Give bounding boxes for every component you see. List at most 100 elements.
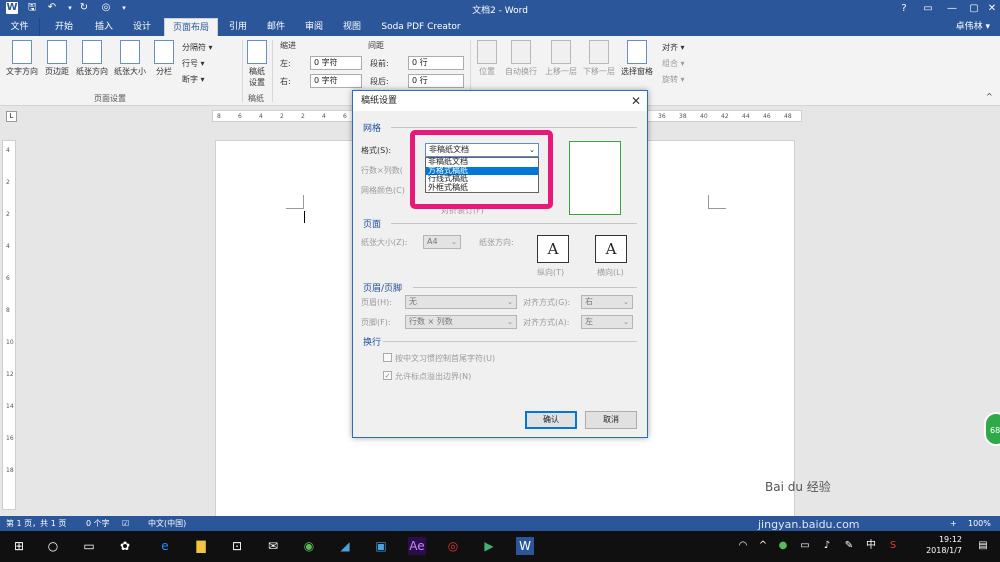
tab-selector-icon[interactable]: L [6,111,17,122]
text-direction-button[interactable]: 文字方向 [4,40,40,77]
tray-icon[interactable]: ✎ [840,537,858,555]
header-dropdown[interactable]: 无 ⌄ [405,295,517,309]
word-taskbar-icon[interactable]: W [516,537,534,555]
store-icon[interactable]: ⊡ [228,537,246,555]
spacing-before-input[interactable]: 0 行 [408,56,464,70]
footer-align-dropdown[interactable]: 左 ⌄ [581,315,633,329]
chevron-down-icon: ⌄ [507,318,513,326]
landscape-button[interactable]: A [595,235,627,263]
header-align-dropdown[interactable]: 右 ⌄ [581,295,633,309]
netease-music-icon[interactable]: ◎ [444,537,462,555]
360-app-icon[interactable]: ◉ [300,537,318,555]
hyphenation-button[interactable]: 断字 ▾ [182,74,205,85]
mail-icon[interactable]: ✉ [264,537,282,555]
watermark-logo: Bai du 经验 [765,480,831,494]
user-account[interactable]: 卓伟林 ▾ [956,18,990,36]
vruler-number: 14 [6,403,14,410]
tab-insert[interactable]: 插入 [86,18,122,36]
bring-forward-button[interactable]: 上移一层 [542,40,580,77]
margins-button[interactable]: 页边距 [42,40,72,77]
orientation-label: 纸张方向 [76,67,108,76]
portrait-button[interactable]: A [537,235,569,263]
ruler-number: 2 [301,113,305,120]
orientation-button[interactable]: 纸张方向 [74,40,110,77]
proofing-icon[interactable]: ☑ [122,516,129,531]
breaks-button[interactable]: 分隔符 ▾ [182,42,213,53]
grid-paper-group-label: 稿纸 [248,94,264,103]
selection-pane-button[interactable]: 选择窗格 [618,40,656,77]
notifications-icon[interactable]: ▤ [974,537,992,555]
tab-references[interactable]: 引用 [220,18,256,36]
tab-review[interactable]: 审阅 [296,18,332,36]
tab-mailings[interactable]: 邮件 [258,18,294,36]
ruler-number: 46 [763,113,771,120]
language[interactable]: 中文(中国) [148,516,186,531]
battery-icon[interactable]: ▭ [796,537,814,555]
cancel-button[interactable]: 取消 [585,411,637,429]
columns-button[interactable]: 分栏 [152,40,176,77]
ruler-number: 42 [721,113,729,120]
tab-file[interactable]: 文件 [0,18,40,36]
vruler-number: 6 [6,275,10,282]
tab-soda-pdf[interactable]: Soda PDF Creator [374,18,468,36]
clock[interactable]: 19:12 2018/1/7 [926,534,962,556]
rotate-button[interactable]: 旋转 ▾ [662,74,685,85]
task-view-icon[interactable]: ▭ [80,537,98,555]
after-effects-icon[interactable]: Ae [408,537,426,555]
wifi-icon[interactable]: ◠ [734,537,752,555]
ruler-number: 8 [217,113,221,120]
volume-icon[interactable]: ♪ [818,537,836,555]
ruler-number: 4 [259,113,263,120]
paper-size-dropdown[interactable]: A4 ⌄ [423,235,461,249]
ime-indicator[interactable]: 中 [862,537,880,555]
tab-page-layout[interactable]: 页面布局 [164,18,218,36]
group-button[interactable]: 组合 ▾ [662,58,685,69]
wrap-opt1-checkbox[interactable] [383,353,392,362]
floating-badge[interactable]: 68 [984,412,1000,446]
chevron-up-icon[interactable]: ^ [754,537,772,555]
vertical-ruler[interactable]: 4 2 2 4 6 8 10 12 14 16 18 [2,140,16,510]
wrap-opt2-checkbox[interactable]: ✓ [383,371,392,380]
indent-right-input[interactable]: 0 字符 [310,74,362,88]
ok-button[interactable]: 确认 [525,411,577,429]
size-button[interactable]: 纸张大小 [112,40,148,77]
pinwheel-app-icon[interactable]: ✿ [116,537,134,555]
search-icon[interactable]: ○ [44,537,62,555]
edge-icon[interactable]: e [156,537,174,555]
app-window-icon[interactable]: ▣ [372,537,390,555]
send-backward-button[interactable]: 下移一层 [580,40,618,77]
indent-left-input[interactable]: 0 字符 [310,56,362,70]
align-button[interactable]: 对齐 ▾ [662,42,685,53]
word-count[interactable]: 0 个字 [86,516,110,531]
page-count[interactable]: 第 1 页，共 1 页 [6,516,66,531]
wrap-text-button[interactable]: 自动换行 [502,40,540,77]
zoom-plus-icon[interactable]: + [950,516,957,531]
paper-size-label: 纸张大小(Z): [361,238,408,247]
footer-dropdown[interactable]: 行数 × 列数 ⌄ [405,315,517,329]
tray-app-icon[interactable]: ● [774,537,792,555]
vruler-number: 16 [6,435,14,442]
ribbon-tabs: 文件 开始 插入 设计 页面布局 引用 邮件 审阅 视图 Soda PDF Cr… [0,18,1000,36]
group-divider [242,40,243,102]
size-label: 纸张大小 [114,67,146,76]
app-icon[interactable]: ◢ [336,537,354,555]
zoom-level[interactable]: 100% [968,516,991,531]
footer-value-times: × [427,317,435,326]
sogou-icon[interactable]: S [884,537,902,555]
tab-design[interactable]: 设计 [124,18,160,36]
size-icon [120,40,140,64]
spacing-after-input[interactable]: 0 行 [408,74,464,88]
tab-view[interactable]: 视图 [334,18,370,36]
grid-paper-button[interactable]: 稿纸 设置 [246,40,268,88]
position-button[interactable]: 位置 [474,40,500,77]
windows-start-icon[interactable]: ⊞ [10,537,28,555]
tab-home[interactable]: 开始 [46,18,82,36]
collapse-ribbon-icon[interactable]: ^ [986,92,993,101]
dialog-close-button[interactable]: ✕ [631,91,641,111]
close-button[interactable]: ✕ [978,0,1000,18]
media-player-icon[interactable]: ▶ [480,537,498,555]
header-footer-section-title: 页眉/页脚 [363,284,403,294]
file-explorer-icon[interactable]: ▇ [192,537,210,555]
ruler-number: 48 [784,113,792,120]
line-numbers-button[interactable]: 行号 ▾ [182,58,205,69]
